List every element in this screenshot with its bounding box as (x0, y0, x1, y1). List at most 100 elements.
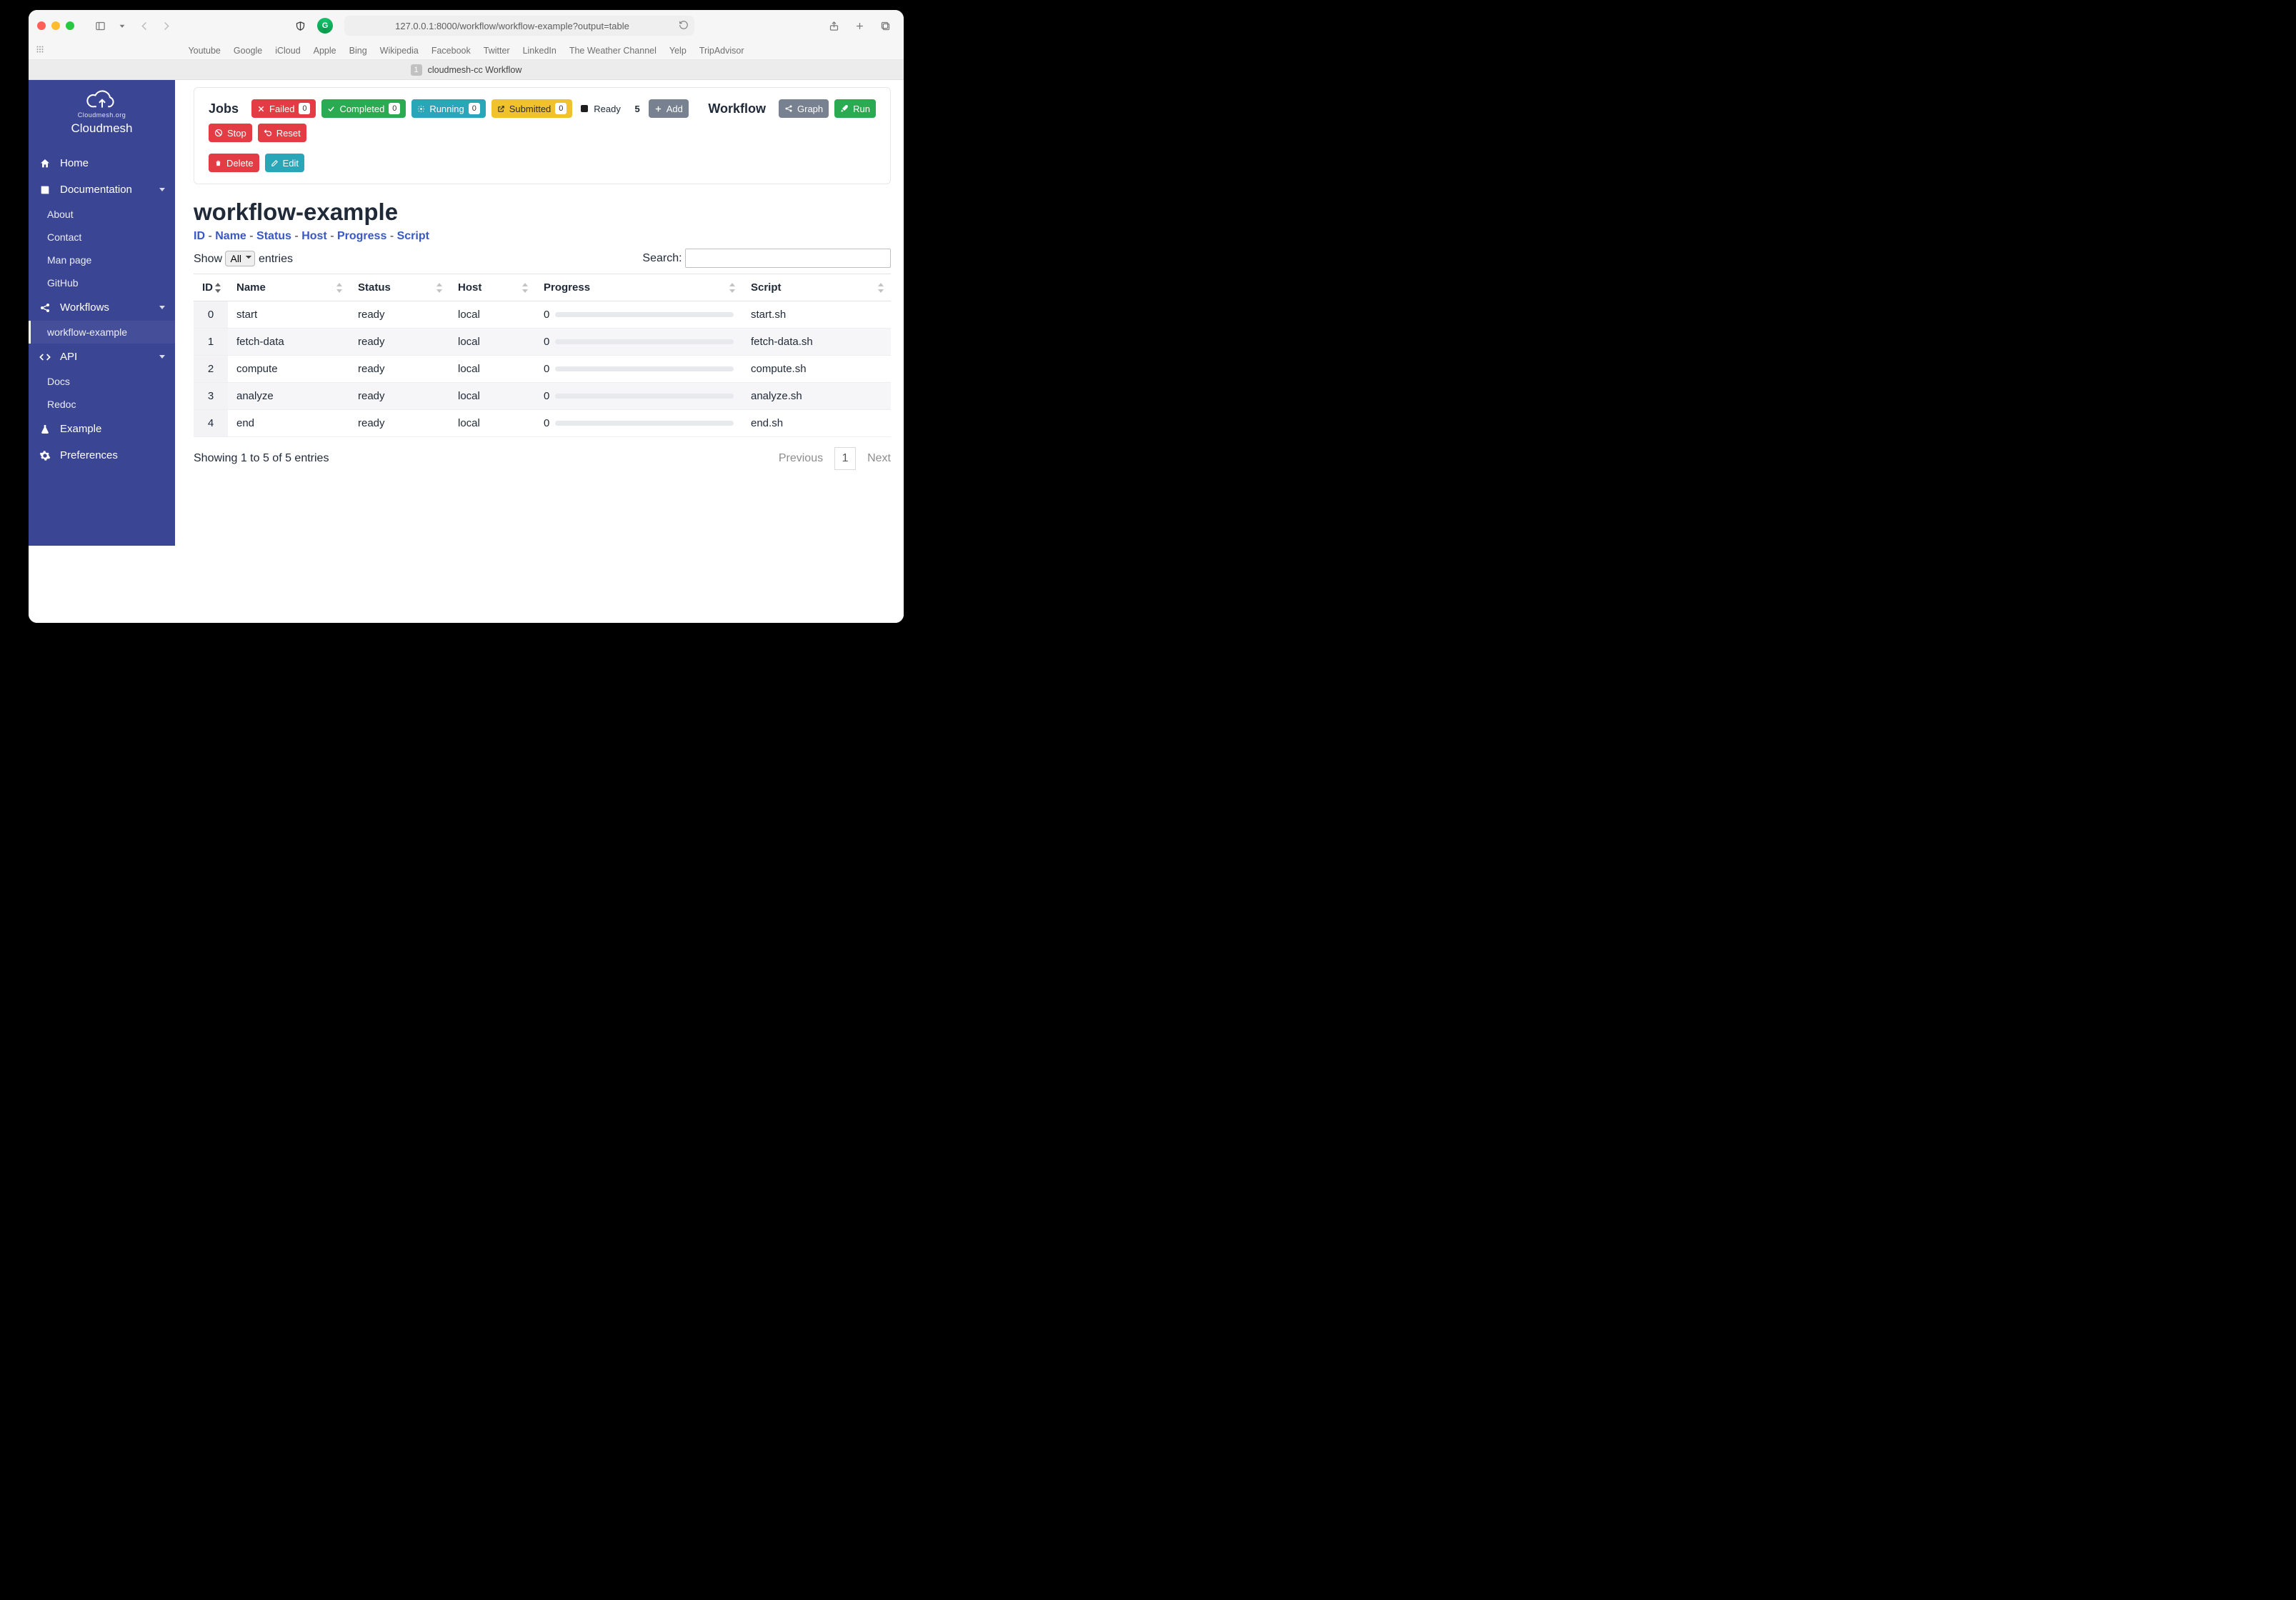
sidebar-subitem-label: workflow-example (47, 326, 127, 338)
sidebar-item-workflows[interactable]: Workflows (29, 294, 175, 321)
cell-script: compute.sh (742, 356, 891, 383)
reset-button[interactable]: Reset (258, 124, 306, 142)
table-row[interactable]: 1fetch-datareadylocal0fetch-data.sh (194, 329, 891, 356)
sidebar-subitem-about[interactable]: About (29, 203, 175, 226)
reload-icon[interactable] (679, 20, 689, 32)
sidebar-item-api[interactable]: API (29, 344, 175, 370)
sidebar-subitem-label: GitHub (47, 277, 79, 289)
minimize-window-button[interactable] (51, 21, 60, 30)
page-title: workflow-example (194, 199, 899, 226)
cell-progress: 0 (535, 383, 742, 410)
sidebar-subitem-redoc[interactable]: Redoc (29, 393, 175, 416)
address-bar-url: 127.0.0.1:8000/workflow/workflow-example… (395, 21, 629, 31)
nav-back-button[interactable] (134, 16, 154, 36)
cell-status: ready (349, 356, 449, 383)
bookmark-link[interactable]: iCloud (275, 46, 300, 56)
sidebar-item-example[interactable]: Example (29, 416, 175, 442)
add-button[interactable]: Add (649, 99, 689, 118)
sidebar-toggle-icon[interactable] (90, 16, 110, 36)
col-script[interactable]: Script (742, 274, 891, 301)
running-pill[interactable]: Running 0 (411, 99, 485, 118)
tab-bar: 1 cloudmesh-cc Workflow (29, 60, 904, 80)
apps-grid-icon[interactable] (36, 45, 44, 56)
address-bar[interactable]: 127.0.0.1:8000/workflow/workflow-example… (344, 16, 694, 36)
pill-label: Run (853, 104, 870, 114)
sidebar-subitem-contact[interactable]: Contact (29, 226, 175, 249)
next-button[interactable]: Next (867, 452, 891, 465)
tracking-shield-icon[interactable] (290, 16, 310, 36)
col-status[interactable]: Status (349, 274, 449, 301)
cell-host: local (449, 383, 535, 410)
bookmark-link[interactable]: Twitter (484, 46, 510, 56)
crumb-link[interactable]: Status (256, 230, 291, 242)
sidebar-nav: Home Documentation About Contact Man pag… (29, 150, 175, 469)
col-name[interactable]: Name (228, 274, 349, 301)
col-host[interactable]: Host (449, 274, 535, 301)
entries-label: entries (259, 253, 293, 265)
tab-overview-icon[interactable] (875, 16, 895, 36)
bookmark-link[interactable]: The Weather Channel (569, 46, 657, 56)
crumb-link[interactable]: Name (215, 230, 246, 242)
cell-script: end.sh (742, 410, 891, 437)
bookmark-link[interactable]: Wikipedia (380, 46, 419, 56)
prev-button[interactable]: Previous (779, 452, 823, 465)
table-row[interactable]: 3analyzereadylocal0analyze.sh (194, 383, 891, 410)
new-tab-icon[interactable] (849, 16, 869, 36)
table-info: Showing 1 to 5 of 5 entries (194, 452, 329, 465)
maximize-window-button[interactable] (66, 21, 74, 30)
bookmark-link[interactable]: Facebook (431, 46, 471, 56)
bookmark-link[interactable]: LinkedIn (523, 46, 556, 56)
sidebar-subitem-workflow-example[interactable]: workflow-example (29, 321, 175, 344)
page-length-select[interactable]: All (225, 251, 255, 266)
sidebar-item-preferences[interactable]: Preferences (29, 442, 175, 469)
failed-pill[interactable]: Failed 0 (251, 99, 316, 118)
graph-button[interactable]: Graph (779, 99, 829, 118)
col-id[interactable]: ID (194, 274, 228, 301)
col-label: Name (236, 281, 266, 294)
crumb-link[interactable]: Script (397, 230, 429, 242)
sidebar-item-home[interactable]: Home (29, 150, 175, 176)
stop-button[interactable]: Stop (209, 124, 252, 142)
sidebar-item-documentation[interactable]: Documentation (29, 176, 175, 203)
sidebar-item-label: API (60, 351, 77, 363)
col-progress[interactable]: Progress (535, 274, 742, 301)
show-label: Show (194, 253, 222, 265)
bookmark-link[interactable]: Apple (314, 46, 336, 56)
chevron-down-icon (159, 188, 165, 191)
table-row[interactable]: 2computereadylocal0compute.sh (194, 356, 891, 383)
bookmark-link[interactable]: Yelp (669, 46, 687, 56)
code-icon (39, 351, 51, 363)
sidebar-subitem-manpage[interactable]: Man page (29, 249, 175, 271)
submitted-pill[interactable]: Submitted 0 (491, 99, 573, 118)
sidebar-subitem-docs[interactable]: Docs (29, 370, 175, 393)
sidebar-menu-chevron-icon[interactable] (117, 16, 127, 36)
grammarly-extension-icon[interactable]: G (317, 18, 333, 34)
crumb-link[interactable]: Progress (337, 230, 386, 242)
run-button[interactable]: Run (834, 99, 876, 118)
edit-button[interactable]: Edit (265, 154, 304, 172)
bookmark-link[interactable]: Google (234, 46, 262, 56)
delete-button[interactable]: Delete (209, 154, 259, 172)
crumb-link[interactable]: ID (194, 230, 205, 242)
table-row[interactable]: 4endreadylocal0end.sh (194, 410, 891, 437)
pill-count: 0 (469, 103, 480, 114)
brand: Cloudmesh.org Cloudmesh (29, 80, 175, 140)
crumb-link[interactable]: Host (301, 230, 327, 242)
close-window-button[interactable] (37, 21, 46, 30)
cell-name: start (228, 301, 349, 329)
page-1-button[interactable]: 1 (834, 447, 856, 470)
table-row[interactable]: 0startreadylocal0start.sh (194, 301, 891, 329)
share-icon[interactable] (824, 16, 844, 36)
bookmark-link[interactable]: Youtube (188, 46, 220, 56)
bookmark-link[interactable]: TripAdvisor (699, 46, 744, 56)
sidebar-subitem-github[interactable]: GitHub (29, 271, 175, 294)
bookmark-link[interactable]: Bing (349, 46, 367, 56)
pill-label: Failed (269, 104, 294, 114)
nav-forward-button[interactable] (156, 16, 176, 36)
tab-title[interactable]: cloudmesh-cc Workflow (428, 65, 522, 75)
completed-pill[interactable]: Completed 0 (321, 99, 406, 118)
search-input[interactable] (685, 249, 891, 268)
share-nodes-icon (784, 104, 793, 113)
cell-status: ready (349, 329, 449, 356)
pill-label: Reset (276, 128, 301, 139)
